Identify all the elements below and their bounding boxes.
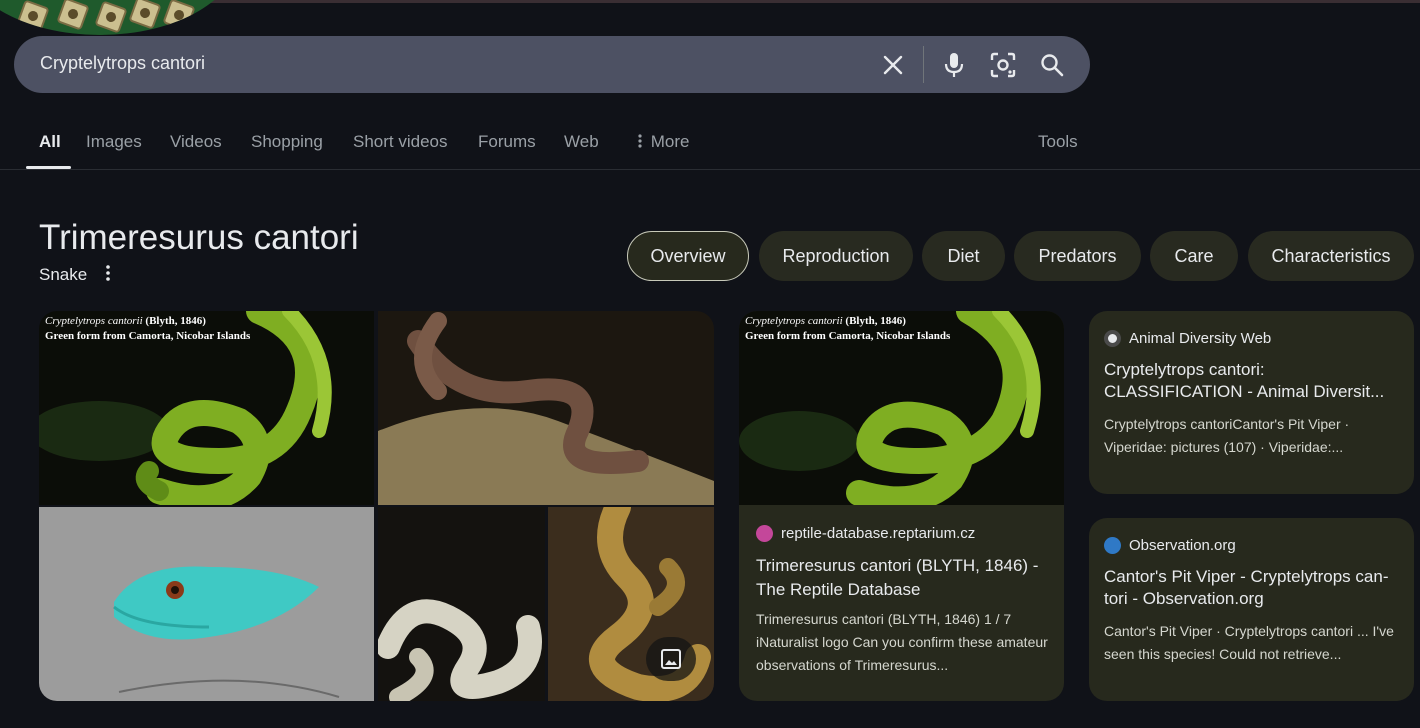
reptile-database-favicon-icon: [756, 525, 773, 542]
doodle-sparkle-icon: ✦: [196, 17, 207, 31]
tools-button[interactable]: Tools: [1038, 132, 1078, 152]
caption-author: (Blyth, 1846): [845, 315, 906, 327]
snake-image-white[interactable]: [378, 507, 545, 701]
card-title[interactable]: Cantor's Pit Viper - Cryptelytrops can-t…: [1104, 566, 1404, 610]
caption-author: (Blyth, 1846): [145, 315, 206, 327]
card-title[interactable]: Cryptelytrops cantori: CLASSIFICATION - …: [1104, 359, 1404, 403]
image-icon: [661, 649, 681, 669]
card-snippet: Cantor's Pit Viper · Cryptelytrops canto…: [1104, 623, 1394, 662]
doodle-coin: [128, 0, 162, 30]
chip-overview[interactable]: Overview: [627, 231, 749, 281]
search-input[interactable]: Cryptelytrops cantori: [40, 53, 205, 74]
snake-image-illustration[interactable]: [39, 507, 374, 701]
cyan-snake-illustration: [113, 566, 340, 698]
tabs-divider: [0, 169, 1420, 170]
chip-predators[interactable]: Predators: [1014, 231, 1141, 281]
result-card-animal-diversity-web[interactable]: Animal Diversity Web Cryptelytrops canto…: [1089, 311, 1414, 494]
card-snippet: Cryptelytrops cantoriCantor's Pit Viper …: [1104, 416, 1350, 455]
tab-more-label: More: [650, 132, 690, 151]
search-bar[interactable]: Cryptelytrops cantori: [14, 36, 1090, 93]
search-icon[interactable]: [1035, 48, 1069, 82]
image-caption: Cryptelytrops cantorii (Blyth, 1846) Gre…: [745, 314, 950, 344]
chip-reproduction[interactable]: Reproduction: [759, 231, 913, 281]
search-bar-divider: [923, 46, 924, 83]
brown-snake-picture: [378, 312, 714, 505]
tab-forums[interactable]: Forums: [478, 132, 536, 152]
doodle-logo[interactable]: ✦ ✦: [0, 0, 240, 35]
doodle-sparkle-icon: ✦: [4, 19, 15, 33]
card-source-label: Observation.org: [1129, 537, 1236, 554]
doodle-coin: [56, 0, 90, 31]
search-results-page: ✦ ✦ Cryptelytrops cantori All Images Vid…: [0, 0, 1420, 728]
card-title[interactable]: Trimeresurus cantori (BLYTH, 1846) - The…: [756, 554, 1051, 602]
caption-species: Cryptelytrops cantorii: [745, 315, 843, 327]
caption-location: Green form from Camorta, Nicobar Islands: [45, 330, 251, 342]
card-source: Observation.org: [1104, 537, 1236, 554]
white-snake-picture: [378, 599, 542, 701]
observation-org-favicon-icon: [1104, 537, 1121, 554]
card-source-label: reptile-database.reptarium.cz: [781, 525, 976, 542]
tab-all[interactable]: All: [39, 132, 61, 152]
card-source: reptile-database.reptarium.cz: [756, 525, 975, 542]
caption-location: Green form from Camorta, Nicobar Islands: [745, 330, 951, 342]
tab-videos[interactable]: Videos: [170, 132, 222, 152]
microphone-icon[interactable]: [937, 48, 971, 82]
snake-image-brown[interactable]: [378, 311, 714, 505]
doodle-coin: [94, 0, 128, 34]
more-images-button[interactable]: [646, 637, 696, 681]
close-icon[interactable]: [876, 48, 910, 82]
chip-care[interactable]: Care: [1150, 231, 1238, 281]
more-vert-icon: [638, 134, 642, 148]
entity-title: Trimeresurus cantori: [39, 218, 359, 257]
result-card-observation-org[interactable]: Observation.org Cantor's Pit Viper - Cry…: [1089, 518, 1414, 701]
chip-characteristics[interactable]: Characteristics: [1248, 231, 1414, 281]
more-vert-icon[interactable]: [101, 264, 115, 282]
card-snippet: Trimeresurus cantori (BLYTH, 1846) 1 / 7…: [756, 611, 1048, 673]
doodle-coin: [162, 0, 196, 32]
tab-short-videos[interactable]: Short videos: [353, 132, 448, 152]
card-source: Animal Diversity Web: [1104, 330, 1271, 347]
chip-diet[interactable]: Diet: [922, 231, 1005, 281]
snake-image-green[interactable]: Cryptelytrops cantorii (Blyth, 1846) Gre…: [39, 311, 374, 505]
card-image: Cryptelytrops cantorii (Blyth, 1846) Gre…: [739, 311, 1064, 505]
tab-images[interactable]: Images: [86, 132, 142, 152]
tab-shopping[interactable]: Shopping: [251, 132, 323, 152]
tab-web[interactable]: Web: [564, 132, 599, 152]
tab-more[interactable]: More: [634, 132, 689, 152]
camera-lens-icon[interactable]: [986, 48, 1020, 82]
result-card-reptile-database[interactable]: Cryptelytrops cantorii (Blyth, 1846) Gre…: [739, 311, 1064, 701]
doodle-coin: [16, 0, 50, 33]
card-source-label: Animal Diversity Web: [1129, 330, 1272, 347]
caption-species: Cryptelytrops cantorii: [45, 315, 143, 327]
image-caption: Cryptelytrops cantorii (Blyth, 1846) Gre…: [45, 314, 250, 344]
animal-diversity-favicon-icon: [1104, 330, 1121, 347]
entity-subtitle: Snake: [39, 265, 88, 284]
